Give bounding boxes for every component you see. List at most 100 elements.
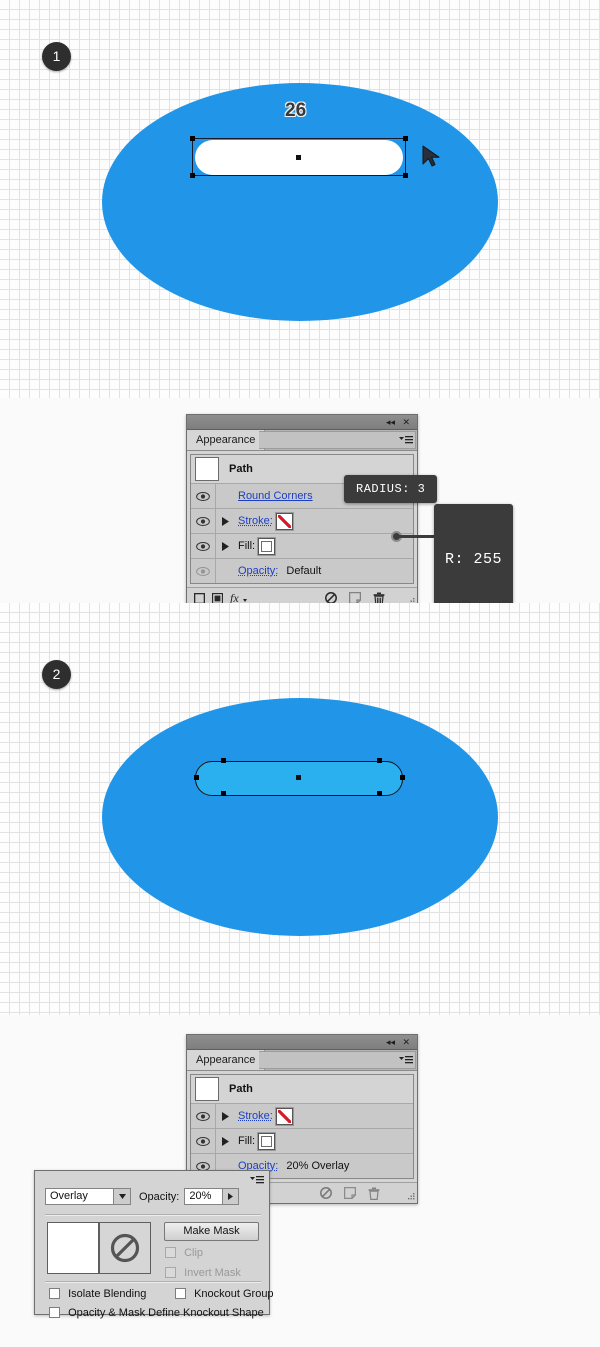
panel-titlebar: ◂◂ ✕	[187, 1035, 417, 1050]
fill-white-swatch[interactable]	[257, 1131, 277, 1151]
appearance-rows: Path Round Corners Stroke: Fill: Opacity…	[190, 454, 414, 584]
add-new-stroke-icon[interactable]	[194, 592, 205, 603]
panel-menu-icon[interactable]	[399, 434, 413, 446]
panel-menu-icon[interactable]	[250, 1174, 264, 1186]
path-anchor-point[interactable]	[221, 791, 226, 796]
tab-appearance[interactable]: Appearance	[187, 1050, 266, 1070]
stroke-link[interactable]: Stroke:	[238, 515, 273, 527]
delete-item-icon[interactable]	[373, 592, 385, 603]
appearance-row-fill[interactable]: Fill:	[191, 1129, 413, 1154]
selection-handle[interactable]	[190, 136, 195, 141]
collapse-icon[interactable]: ◂◂	[386, 1036, 395, 1048]
path-anchor-point[interactable]	[377, 758, 382, 763]
round-corners-link[interactable]: Round Corners	[238, 490, 313, 502]
fill-label: Fill:	[238, 540, 256, 552]
selection-handle[interactable]	[403, 173, 408, 178]
clip-checkbox-row[interactable]: Clip	[165, 1247, 203, 1259]
appearance-panel-1[interactable]: ◂◂ ✕ Appearance Path Round Corners Strok…	[186, 414, 418, 603]
knockout-group-checkbox[interactable]	[175, 1288, 186, 1299]
selection-handle[interactable]	[403, 136, 408, 141]
stroke-link[interactable]: Stroke:	[238, 1110, 273, 1122]
panel-menu-icon[interactable]	[399, 1054, 413, 1066]
step-badge-1: 1	[42, 42, 71, 71]
fill-label: Fill:	[238, 1135, 256, 1147]
divider	[45, 1214, 261, 1216]
expand-triangle-icon[interactable]	[216, 1111, 234, 1121]
stroke-none-swatch[interactable]	[274, 1106, 294, 1126]
panel-titlebar: ◂◂ ✕	[187, 415, 417, 430]
expand-triangle-icon[interactable]	[216, 541, 234, 551]
clear-appearance-icon[interactable]	[325, 592, 337, 603]
stepper-arrow-icon[interactable]	[222, 1189, 239, 1204]
object-name-label: Path	[229, 1083, 253, 1095]
divider	[45, 1281, 261, 1283]
visibility-toggle[interactable]	[191, 484, 216, 508]
clear-appearance-icon[interactable]	[320, 1187, 332, 1199]
row-label-cell: Round Corners	[234, 490, 313, 502]
knockout-shape-row[interactable]: Opacity & Mask Define Knockout Shape	[49, 1307, 264, 1319]
appearance-row-stroke[interactable]: Stroke:	[191, 509, 413, 534]
invert-mask-checkbox-row[interactable]: Invert Mask	[165, 1267, 241, 1279]
chevron-down-icon[interactable]	[113, 1189, 130, 1204]
tooltip-radius: RADIUS: 3	[344, 475, 438, 503]
blend-mode-select[interactable]: Overlay	[45, 1188, 131, 1205]
add-new-fill-icon[interactable]	[212, 592, 223, 603]
appearance-rows: Path Stroke: Fill: Opacity: 20% Overlay	[190, 1074, 414, 1179]
panel-body: Path Stroke: Fill: Opacity: 20% Overlay	[187, 1071, 417, 1182]
shape-center-point	[296, 775, 301, 780]
canvas-section-step2: 2	[0, 603, 600, 1015]
step-number-label-26: 26	[285, 100, 307, 121]
appearance-row-fill[interactable]: Fill:	[191, 534, 413, 559]
object-thumbnail	[195, 1077, 219, 1101]
knockout-shape-label: Opacity & Mask Define Knockout Shape	[68, 1307, 264, 1319]
visibility-toggle[interactable]	[191, 1104, 216, 1128]
appearance-row-stroke[interactable]: Stroke:	[191, 1104, 413, 1129]
add-new-effect-icon[interactable]: fx	[230, 592, 247, 603]
rgb-r-value: R: 255	[445, 551, 503, 568]
fill-white-swatch[interactable]	[257, 536, 277, 556]
visibility-toggle[interactable]	[191, 509, 216, 533]
duplicate-item-icon[interactable]	[349, 592, 361, 603]
clip-checkbox[interactable]	[165, 1247, 176, 1258]
invert-mask-checkbox[interactable]	[165, 1267, 176, 1278]
isolate-blending-row[interactable]: Isolate Blending	[49, 1288, 146, 1300]
visibility-toggle-dim[interactable]	[191, 559, 216, 583]
expand-triangle-icon[interactable]	[216, 1136, 234, 1146]
row-label-cell: Stroke:	[234, 515, 273, 527]
path-anchor-point[interactable]	[221, 758, 226, 763]
resize-grip-icon[interactable]	[406, 1192, 415, 1201]
panel-footer-toolbar: fx	[187, 587, 417, 603]
opacity-input[interactable]: 20%	[184, 1188, 240, 1205]
close-icon[interactable]: ✕	[402, 416, 410, 428]
collapse-icon[interactable]: ◂◂	[386, 416, 395, 428]
path-anchor-point[interactable]	[377, 791, 382, 796]
blend-mode-value: Overlay	[50, 1190, 88, 1202]
knockout-group-row[interactable]: Knockout Group	[175, 1288, 274, 1300]
path-anchor-point[interactable]	[400, 775, 405, 780]
tab-filler	[259, 431, 416, 449]
tab-appearance[interactable]: Appearance	[187, 430, 266, 450]
object-thumbnail-preview[interactable]	[47, 1222, 99, 1274]
background-ellipse-step2[interactable]	[102, 698, 498, 936]
path-anchor-point[interactable]	[194, 775, 199, 780]
opacity-label: Opacity:	[139, 1190, 180, 1203]
selection-handle[interactable]	[190, 173, 195, 178]
stroke-none-swatch[interactable]	[274, 511, 294, 531]
delete-item-icon[interactable]	[368, 1187, 380, 1200]
panel-section-2: ◂◂ ✕ Appearance Path Stroke: Fill: Opaci…	[0, 1015, 600, 1347]
visibility-toggle[interactable]	[191, 1129, 216, 1153]
knockout-shape-checkbox[interactable]	[49, 1307, 60, 1318]
appearance-row-opacity[interactable]: Opacity: Default	[191, 559, 413, 583]
close-icon[interactable]: ✕	[402, 1036, 410, 1048]
isolate-blending-checkbox[interactable]	[49, 1288, 60, 1299]
expand-triangle-icon[interactable]	[216, 516, 234, 526]
mask-thumbnail-preview[interactable]	[99, 1222, 151, 1274]
visibility-toggle[interactable]	[191, 534, 216, 558]
tooltip-rgb-values: R: 255 G: 255 B: 255	[434, 504, 514, 603]
transparency-panel[interactable]: Overlay Opacity: 20% Make Mask Clip Inve…	[34, 1170, 274, 1319]
opacity-link[interactable]: Opacity:	[238, 565, 278, 577]
appearance-row-object[interactable]: Path	[191, 1075, 413, 1104]
object-name-label: Path	[229, 463, 253, 475]
make-mask-button[interactable]: Make Mask	[164, 1222, 259, 1241]
duplicate-item-icon[interactable]	[344, 1187, 356, 1199]
